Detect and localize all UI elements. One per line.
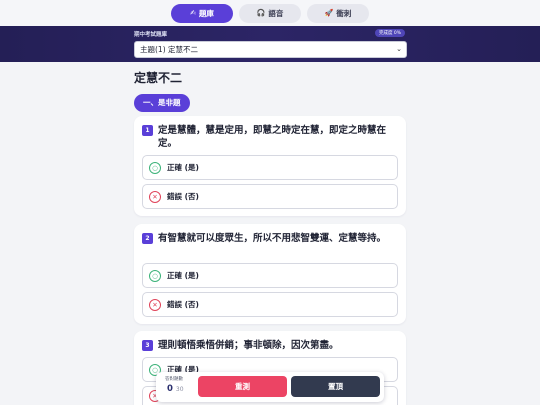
question-number: 2: [142, 233, 153, 244]
question-text: 有智慧就可以度眾生，所以不用悲智雙運、定慧等持。: [158, 233, 387, 244]
chevron-down-icon: ⌄: [396, 45, 402, 53]
option-false[interactable]: ✕ 錯誤 (否): [142, 184, 398, 209]
pencil-icon: ✍: [190, 9, 196, 17]
section-heading: 一、是非題: [134, 94, 190, 112]
header-label: 期中考試題庫: [134, 32, 168, 38]
option-label: 錯誤 (否): [167, 300, 199, 309]
topic-select-value: 主題(1) 定慧不二: [140, 45, 199, 54]
progress-badge: 完成度 0%: [375, 29, 406, 37]
page-title: 定慧不二: [134, 71, 183, 85]
question-number: 3: [142, 340, 153, 351]
option-true[interactable]: ○ 正確 (是): [142, 263, 398, 288]
tab-question-bank[interactable]: ✍ 題庫: [171, 3, 233, 23]
tab-label: 題庫: [198, 8, 214, 18]
question-card-1: 1 定是慧體，慧是定用，即慧之時定在慧，即定之時慧在定。 ○ 正確 (是) ✕ …: [134, 116, 406, 216]
question-row: 2 有智慧就可以度眾生，所以不用悲智雙運、定慧等持。: [142, 232, 398, 245]
score-bar: 答對題數 0 30 重測 置頂: [156, 372, 384, 402]
rocket-icon: 🚀: [324, 9, 334, 17]
tab-label: 語音: [268, 8, 284, 18]
topic-select[interactable]: 主題(1) 定慧不二 ⌄: [134, 41, 407, 58]
option-false[interactable]: ✕ 錯誤 (否): [142, 292, 398, 317]
question-text: 理則頓悟乘悟併銷；事非頓除，因次第盡。: [158, 340, 339, 351]
correct-count-label: 答對題數: [165, 377, 183, 382]
scroll-top-button[interactable]: 置頂: [291, 376, 380, 397]
circle-icon: ○: [149, 269, 161, 282]
tab-label: 衝刺: [336, 8, 352, 18]
mode-tabs: ✍ 題庫 🎧 語音 🚀 衝刺: [0, 0, 540, 26]
option-label: 正確 (是): [167, 163, 199, 172]
question-number: 1: [142, 125, 153, 136]
question-row: 3 理則頓悟乘悟併銷；事非頓除，因次第盡。: [142, 339, 398, 352]
tab-audio[interactable]: 🎧 語音: [239, 3, 301, 23]
circle-icon: ○: [149, 161, 161, 174]
question-text: 定是慧體，慧是定用，即慧之時定在慧，即定之時慧在定。: [158, 125, 387, 149]
question-row: 1 定是慧體，慧是定用，即慧之時定在慧，即定之時慧在定。: [142, 124, 398, 150]
question-card-2: 2 有智慧就可以度眾生，所以不用悲智雙運、定慧等持。 ○ 正確 (是) ✕ 錯誤…: [134, 224, 406, 324]
headphones-icon: 🎧: [256, 9, 266, 17]
tab-sprint[interactable]: 🚀 衝刺: [307, 3, 369, 23]
correct-count-value: 0: [167, 384, 173, 394]
main-content: 定慧不二 一、是非題: [134, 62, 406, 112]
option-label: 正確 (是): [167, 271, 199, 280]
header: 期中考試題庫 完成度 0% 主題(1) 定慧不二 ⌄: [0, 26, 540, 62]
retest-button[interactable]: 重測: [198, 376, 287, 397]
correct-count: 0 30: [167, 384, 184, 394]
cross-icon: ✕: [149, 298, 161, 311]
option-true[interactable]: ○ 正確 (是): [142, 155, 398, 180]
total-count: 30: [175, 386, 184, 393]
option-label: 錯誤 (否): [167, 192, 199, 201]
cross-icon: ✕: [149, 190, 161, 203]
